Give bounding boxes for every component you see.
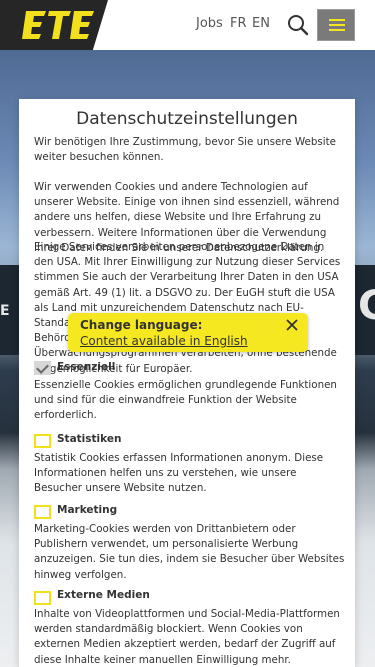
category-label-statistiken: Statistiken <box>57 433 122 445</box>
category-description-essenziell: Essenzielle Cookies ermöglichen grundleg… <box>34 379 337 422</box>
change-language-title: Change language: <box>80 318 203 332</box>
nav-link-jobs[interactable]: Jobs <box>196 16 223 31</box>
search-icon[interactable] <box>287 14 309 36</box>
category-description-externe-medien: Inhalte von Videoplattformen und Social-… <box>34 608 340 666</box>
hamburger-menu-button[interactable] <box>317 9 355 41</box>
category-description-statistiken: Statistik Cookies erfassen Informationen… <box>34 452 324 495</box>
change-language-popup: Change language: Content available in En… <box>68 313 308 352</box>
category-label-essenziell: Essenziell <box>57 361 116 373</box>
category-label-marketing: Marketing <box>57 504 118 516</box>
checkbox-marketing[interactable] <box>34 505 51 519</box>
checkbox-externe-medien[interactable] <box>34 591 51 605</box>
dialog-title: Datenschutzeinstellungen <box>76 109 298 129</box>
site-header: Jobs FR EN <box>0 0 375 50</box>
logo-area[interactable] <box>0 0 108 50</box>
english-content-link[interactable]: Content available in English <box>80 334 248 348</box>
checkbox-statistiken[interactable] <box>34 434 51 448</box>
usa-info-text: Einige Services verarbeiten personenbezo… <box>34 241 341 375</box>
ete-logo-icon <box>22 11 94 39</box>
nav-link-en[interactable]: EN <box>252 16 270 31</box>
privacy-settings-dialog: Datenschutzeinstellungen Wir benötigen I… <box>19 99 355 667</box>
checkbox-essenziell[interactable] <box>34 361 51 375</box>
intro-text: Wir benötigen Ihre Zustimmung, bevor Sie… <box>34 136 336 164</box>
close-icon[interactable] <box>285 318 299 332</box>
category-label-externe-medien: Externe Medien <box>57 589 150 601</box>
nav-link-fr[interactable]: FR <box>230 16 247 31</box>
category-description-marketing: Marketing-Cookies werden von Drittanbiet… <box>34 523 345 581</box>
building-sign-text-right: G <box>358 283 375 329</box>
hamburger-menu-icon <box>329 19 345 21</box>
